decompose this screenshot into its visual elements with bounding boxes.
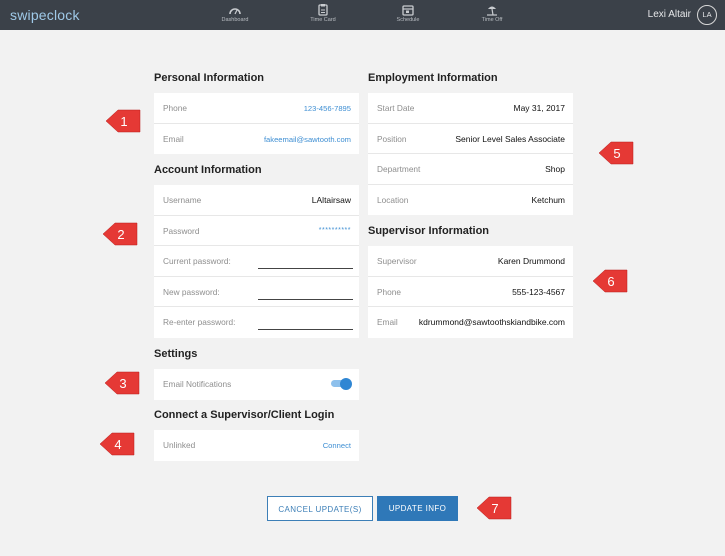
start-date-value: May 31, 2017 xyxy=(513,103,565,113)
nav-time-off[interactable]: Time Off xyxy=(462,4,522,23)
supervisor-email: kdrummond@sawtoothskiandbike.com xyxy=(418,317,565,328)
update-info-button[interactable]: UPDATE INFO xyxy=(377,496,458,521)
new-password-input[interactable] xyxy=(258,298,353,300)
toggle-knob xyxy=(340,377,352,390)
email-notifications-label: Email Notifications xyxy=(163,379,232,389)
nav-time-off-label: Time Off xyxy=(481,17,503,23)
personal-info-card: Phone 123-456-7895 Email fakeemail@sawto… xyxy=(154,93,359,155)
callout-badge-1: 1 xyxy=(105,109,141,133)
callout-number: 2 xyxy=(117,227,124,242)
connect-card: Unlinked Connect xyxy=(154,430,359,461)
calendar-icon xyxy=(402,5,414,16)
avatar[interactable]: LA xyxy=(697,5,717,25)
callout-badge-3: 3 xyxy=(104,371,140,395)
password-label: Password xyxy=(163,225,200,236)
account-info-title: Account Information xyxy=(154,164,262,176)
start-date-row: Start Date May 31, 2017 xyxy=(368,93,573,124)
callout-number: 7 xyxy=(491,501,498,516)
callout-badge-5: 5 xyxy=(598,141,634,165)
beach-icon xyxy=(487,6,497,16)
position-value: Senior Level Sales Associate xyxy=(455,133,565,144)
callout-badge-2: 2 xyxy=(102,222,138,246)
position-label: Position xyxy=(377,133,407,144)
reenter-password-row: Re-enter password: xyxy=(154,307,359,338)
supervisor-email-label: Email xyxy=(377,317,398,328)
nav-time-card-label: Time Card xyxy=(310,17,336,23)
email-notifications-row: Email Notifications xyxy=(154,369,359,400)
cancel-updates-button[interactable]: CANCEL UPDATE(S) xyxy=(267,496,373,521)
time-card-icon xyxy=(318,4,328,16)
personal-info-title: Personal Information xyxy=(154,72,265,84)
current-password-label: Current password: xyxy=(163,256,231,267)
start-date-label: Start Date xyxy=(377,103,415,113)
connect-row: Unlinked Connect xyxy=(154,430,359,461)
supervisor-info-title: Supervisor Information xyxy=(368,225,490,237)
supervisor-info-card: Supervisor Karen Drummond Phone 555-123-… xyxy=(368,246,573,338)
supervisor-phone-label: Phone xyxy=(377,286,401,297)
gauge-icon xyxy=(229,8,241,15)
callout-badge-7: 7 xyxy=(476,496,512,520)
reenter-password-input[interactable] xyxy=(258,329,353,331)
new-password-row: New password: xyxy=(154,277,359,308)
callout-number: 5 xyxy=(613,146,620,161)
email-notifications-toggle[interactable] xyxy=(331,377,352,390)
position-row: Position Senior Level Sales Associate xyxy=(368,124,573,155)
department-label: Department xyxy=(377,164,421,175)
callout-number: 6 xyxy=(607,274,614,289)
new-password-label: New password: xyxy=(163,286,220,297)
supervisor-email-row: Email kdrummond@sawtoothskiandbike.com xyxy=(368,307,573,338)
personal-email-row: Email fakeemail@sawtooth.com xyxy=(154,124,359,155)
account-info-card: Username LAltairsaw Password ********** … xyxy=(154,185,359,338)
username-value: LAltairsaw xyxy=(311,195,351,205)
callout-number: 3 xyxy=(119,376,126,391)
personal-phone-row: Phone 123-456-7895 xyxy=(154,93,359,124)
reenter-password-label: Re-enter password: xyxy=(163,317,236,328)
employment-info-card: Start Date May 31, 2017 Position Senior … xyxy=(368,93,573,216)
department-row: Department Shop xyxy=(368,154,573,185)
nav-time-card[interactable]: Time Card xyxy=(293,4,353,23)
current-password-row: Current password: xyxy=(154,246,359,277)
nav-schedule[interactable]: Schedule xyxy=(378,4,438,23)
location-label: Location xyxy=(377,194,409,205)
location-value: Ketchum xyxy=(531,194,565,205)
current-password-input[interactable] xyxy=(258,268,353,270)
supervisor-name: Karen Drummond xyxy=(497,256,565,266)
supervisor-phone-row: Phone 555-123-4567 xyxy=(368,277,573,308)
callout-number: 4 xyxy=(114,437,121,452)
callout-badge-4: 4 xyxy=(99,432,135,456)
connect-link[interactable]: Connect xyxy=(323,441,351,450)
callout-badge-6: 6 xyxy=(592,269,628,293)
username-row: Username LAltairsaw xyxy=(154,185,359,216)
callout-number: 1 xyxy=(120,114,127,129)
supervisor-phone: 555-123-4567 xyxy=(512,286,565,297)
password-row: Password ********** xyxy=(154,216,359,247)
email-label: Email xyxy=(163,133,184,144)
settings-card: Email Notifications xyxy=(154,369,359,400)
nav-schedule-label: Schedule xyxy=(396,17,420,23)
settings-title: Settings xyxy=(154,348,198,360)
user-name[interactable]: Lexi Altair xyxy=(648,9,691,20)
nav-dashboard-label: Dashboard xyxy=(221,17,249,23)
connect-title: Connect a Supervisor/Client Login xyxy=(154,409,335,421)
top-bar: swipeclock Dashboard Time Card Schedule xyxy=(0,0,725,30)
phone-link[interactable]: 123-456-7895 xyxy=(304,104,351,113)
link-status: Unlinked xyxy=(163,440,196,450)
phone-label: Phone xyxy=(163,103,187,113)
nav-dashboard[interactable]: Dashboard xyxy=(205,4,265,23)
supervisor-label: Supervisor xyxy=(377,256,417,266)
supervisor-name-row: Supervisor Karen Drummond xyxy=(368,246,573,277)
username-label: Username xyxy=(163,195,202,205)
app-logo[interactable]: swipeclock xyxy=(10,7,80,23)
employment-info-title: Employment Information xyxy=(368,72,498,84)
password-value[interactable]: ********** xyxy=(319,227,351,234)
email-link[interactable]: fakeemail@sawtooth.com xyxy=(264,135,351,144)
location-row: Location Ketchum xyxy=(368,185,573,216)
department-value: Shop xyxy=(545,164,565,175)
